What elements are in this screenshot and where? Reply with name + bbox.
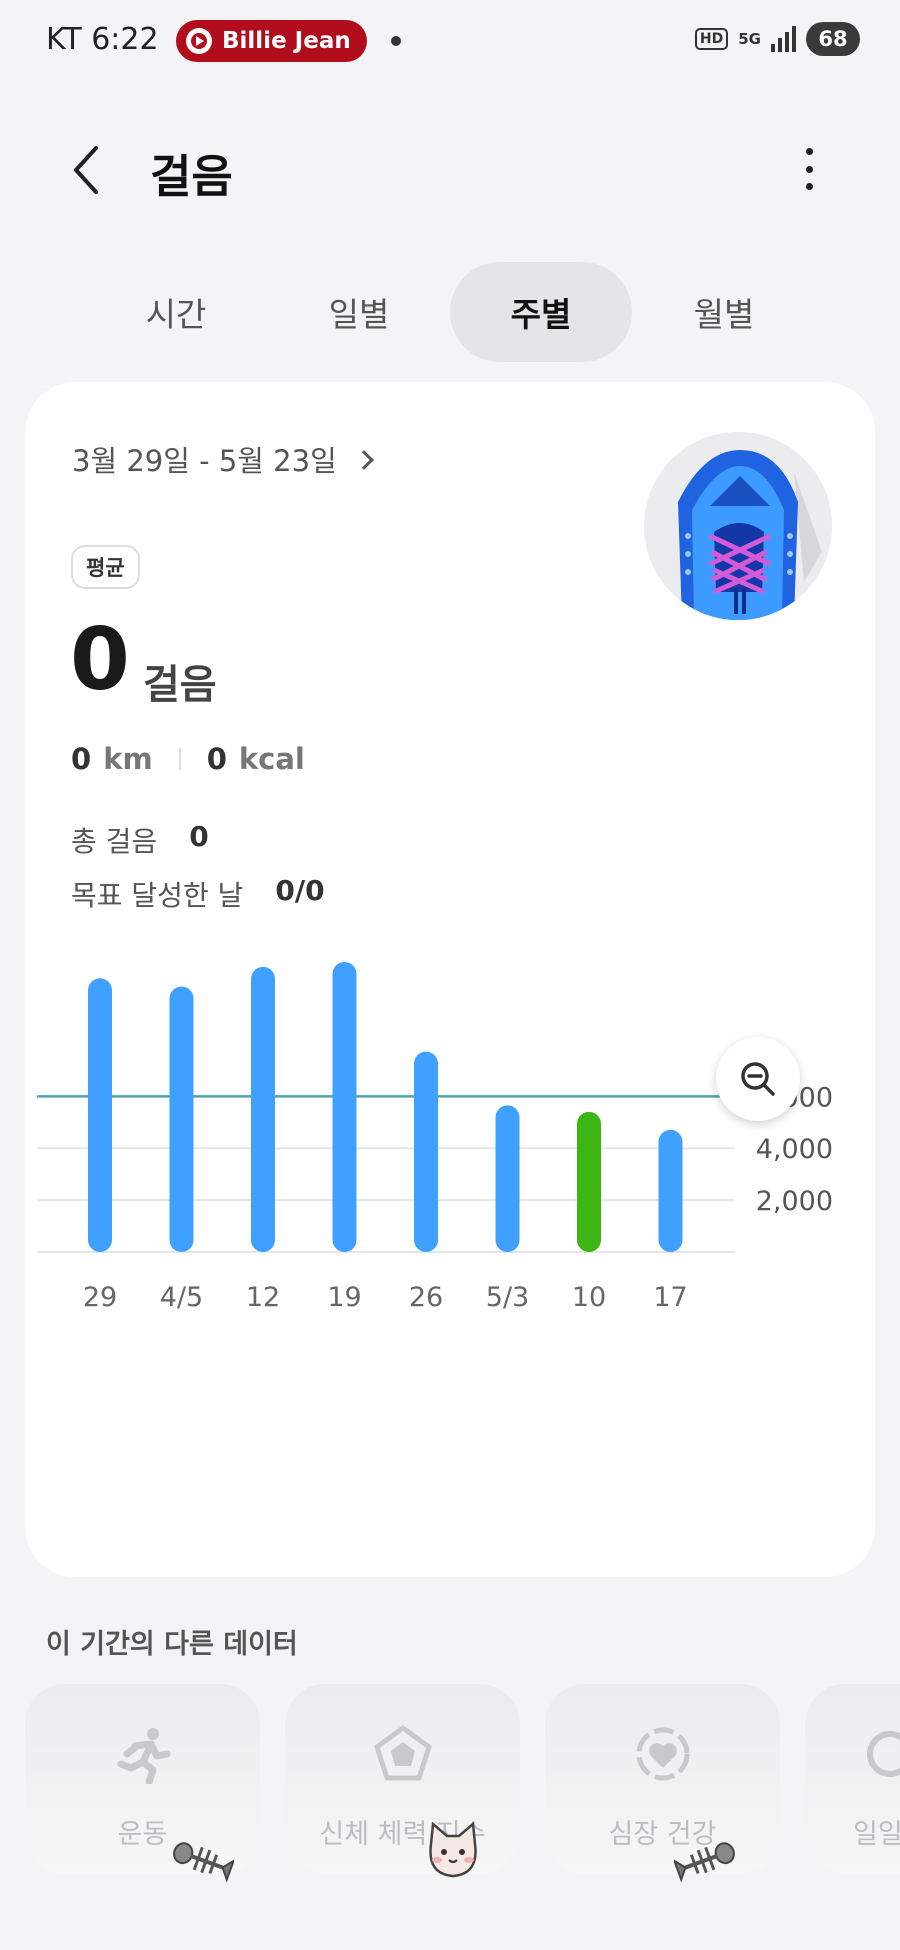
heart-circle-icon bbox=[636, 1727, 689, 1781]
media-playing-pill[interactable]: Billie Jean bbox=[176, 20, 367, 62]
more-vertical-icon bbox=[805, 148, 813, 155]
chart-bar-10[interactable] bbox=[577, 1111, 601, 1252]
fishbone-icon bbox=[674, 1842, 735, 1883]
page-title: 걸음 bbox=[150, 150, 233, 203]
calorie-unit: kcal bbox=[238, 742, 305, 776]
x-tick-label: 17 bbox=[653, 1282, 687, 1313]
chart-bar-12[interactable] bbox=[251, 966, 275, 1252]
date-range-selector[interactable]: 3월 29일 - 5월 23일 bbox=[72, 438, 374, 480]
tile-heart-health[interactable]: 심장 건강 bbox=[545, 1684, 780, 1874]
x-tick-label: 4/5 bbox=[160, 1282, 203, 1313]
x-tick-label: 26 bbox=[409, 1282, 443, 1313]
tile-fitness-index[interactable]: 신체 체력 지수 bbox=[285, 1684, 520, 1874]
average-badge: 평균 bbox=[71, 545, 140, 589]
chart-bar-4/5[interactable] bbox=[169, 986, 194, 1252]
period-tabs: 시간 일별 주별 월별 bbox=[0, 262, 900, 362]
pentagon-icon bbox=[374, 1725, 431, 1781]
x-tick-label: 5/3 bbox=[486, 1282, 529, 1313]
y-tick-label: 4,000 bbox=[756, 1134, 833, 1165]
signal-icon bbox=[771, 26, 796, 52]
total-steps-label: 총 걸음 bbox=[71, 825, 158, 858]
chart-bar-29[interactable] bbox=[88, 978, 112, 1252]
fishbone-icon bbox=[173, 1842, 234, 1883]
chart-bar-5/3[interactable] bbox=[495, 1105, 520, 1252]
x-tick-label: 19 bbox=[327, 1282, 361, 1313]
partial-icon bbox=[867, 1731, 900, 1777]
average-steps-unit: 걸음 bbox=[143, 662, 217, 708]
battery-icon: 68 bbox=[806, 22, 860, 56]
weekly-steps-chart: 294/51219265/310176,0004,0002,000 bbox=[25, 942, 875, 1502]
running-icon bbox=[117, 1728, 170, 1784]
tile-label: 일일 bbox=[853, 1819, 900, 1850]
back-button[interactable] bbox=[62, 142, 112, 198]
goal-days-label: 목표 달성한 날 bbox=[71, 879, 244, 912]
tile-daily[interactable]: 일일 bbox=[805, 1684, 900, 1874]
x-tick-label: 29 bbox=[83, 1282, 117, 1313]
sneaker-illustration bbox=[644, 432, 832, 620]
tab-weekly[interactable]: 주별 bbox=[450, 262, 632, 362]
hd-voice-icon: HD bbox=[694, 28, 729, 50]
sneaker-icon bbox=[644, 432, 832, 620]
bar-chart-svg: 294/51219265/310176,0004,0002,000 bbox=[37, 962, 833, 1313]
carrier-time: KT 6:22 bbox=[46, 22, 159, 57]
status-icons: HD 5G 68 bbox=[694, 22, 860, 56]
tab-daily[interactable]: 일별 bbox=[268, 262, 450, 362]
x-tick-label: 10 bbox=[572, 1282, 606, 1313]
date-range-label: 3월 29일 - 5월 23일 bbox=[72, 444, 337, 478]
total-steps-row: 총 걸음 0 bbox=[71, 820, 209, 860]
average-steps-value: 0 bbox=[70, 610, 130, 710]
status-bar: KT 6:22 Billie Jean HD 5G 68 bbox=[0, 0, 900, 84]
steps-summary-card: 3월 29일 - 5월 23일 평균 0 걸음 0 km 0 kcal 총 걸음… bbox=[25, 382, 875, 1577]
network-5g-icon: 5G bbox=[738, 29, 761, 48]
calorie-value: 0 bbox=[206, 742, 227, 776]
media-title: Billie Jean bbox=[222, 28, 351, 54]
chart-bar-17[interactable] bbox=[658, 1129, 683, 1252]
zoom-out-button[interactable] bbox=[716, 1037, 800, 1121]
tile-label: 신체 체력 지수 bbox=[319, 1819, 486, 1850]
goal-days-value: 0/0 bbox=[275, 874, 325, 907]
x-tick-label: 12 bbox=[246, 1282, 280, 1313]
tab-hourly[interactable]: 시간 bbox=[85, 262, 267, 362]
play-icon bbox=[186, 28, 212, 54]
distance-calorie-row: 0 km 0 kcal bbox=[71, 742, 305, 776]
total-steps-value: 0 bbox=[189, 820, 209, 853]
chevron-left-icon bbox=[74, 146, 98, 194]
more-options-button[interactable] bbox=[794, 144, 824, 194]
tab-monthly[interactable]: 월별 bbox=[633, 262, 815, 362]
zoom-out-icon bbox=[741, 1062, 775, 1096]
divider bbox=[178, 748, 181, 770]
y-tick-label: 2,000 bbox=[756, 1186, 833, 1217]
distance-unit: km bbox=[103, 742, 153, 776]
goal-days-row: 목표 달성한 날 0/0 bbox=[71, 874, 325, 914]
distance-value: 0 bbox=[71, 742, 92, 776]
chart-bar-19[interactable] bbox=[332, 962, 357, 1252]
other-data-title: 이 기간의 다른 데이터 bbox=[46, 1629, 298, 1660]
chevron-right-icon bbox=[353, 450, 374, 470]
chart-bar-26[interactable] bbox=[414, 1051, 438, 1252]
tile-label: 심장 건강 bbox=[608, 1819, 717, 1850]
cat-face-icon bbox=[429, 1822, 477, 1878]
app-header: 걸음 bbox=[0, 120, 900, 220]
notification-dot bbox=[391, 36, 401, 46]
